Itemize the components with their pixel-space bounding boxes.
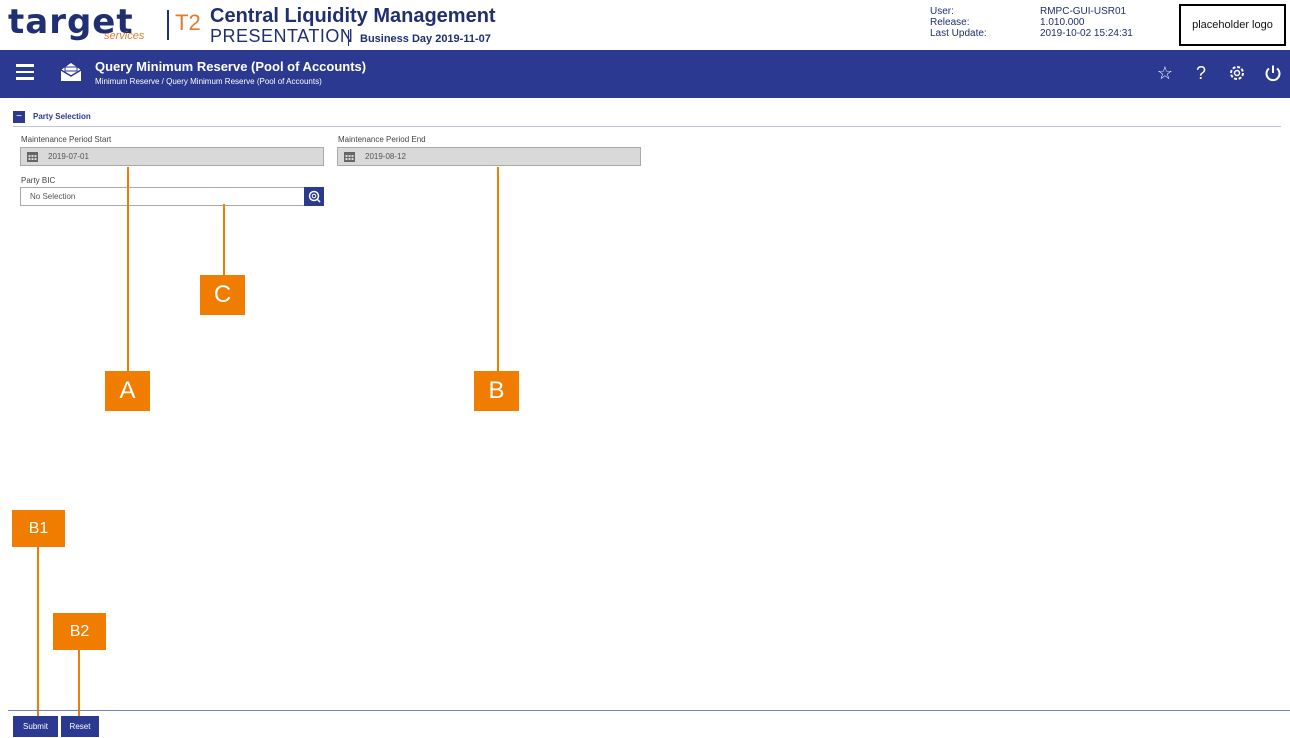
calendar-icon[interactable] xyxy=(27,151,38,162)
footer-divider xyxy=(8,710,1290,711)
callout-a: A xyxy=(105,371,150,411)
t2-label: T2 xyxy=(175,10,201,35)
submit-button[interactable]: Submit xyxy=(13,716,58,737)
period-end-value: 2019-08-12 xyxy=(365,152,406,161)
party-bic-label: Party BIC xyxy=(21,176,56,185)
menu-icon[interactable] xyxy=(16,64,34,80)
user-info-labels: User: Release: Last Update: xyxy=(930,6,987,39)
reset-button[interactable]: Reset xyxy=(61,716,99,737)
help-icon[interactable]: ? xyxy=(1190,62,1212,84)
app-title: Central Liquidity Management xyxy=(210,5,496,27)
callout-c: C xyxy=(200,275,245,315)
callout-b2-line xyxy=(78,650,80,716)
placeholder-logo: placeholder logo xyxy=(1179,4,1286,46)
party-bic-field[interactable]: No Selection xyxy=(20,187,324,206)
callout-c-line xyxy=(223,204,225,276)
power-icon[interactable] xyxy=(1262,62,1284,84)
calendar-icon[interactable] xyxy=(344,151,355,162)
period-start-label: Maintenance Period Start xyxy=(21,135,112,144)
callout-b1-line xyxy=(37,547,39,716)
release-label: Release: xyxy=(930,17,970,28)
environment-label: PRESENTATION xyxy=(210,26,354,46)
brand-divider-small xyxy=(348,30,349,46)
period-start-value: 2019-07-01 xyxy=(48,152,89,161)
period-end-label: Maintenance Period End xyxy=(338,135,426,144)
brand-divider xyxy=(167,10,169,40)
page-title: Query Minimum Reserve (Pool of Accounts) xyxy=(95,59,367,74)
search-icon[interactable] xyxy=(304,187,324,206)
target-logo-services: services xyxy=(104,30,145,42)
callout-b: B xyxy=(474,371,519,411)
user-info-values: RMPC-GUI-USR01 1.010.000 2019-10-02 15:2… xyxy=(1040,6,1133,39)
user-value: RMPC-GUI-USR01 xyxy=(1040,6,1127,17)
section-title: Party Selection xyxy=(33,112,91,121)
period-start-field[interactable]: 2019-07-01 xyxy=(20,147,324,166)
callout-a-line xyxy=(127,167,129,371)
brand-header: target services T2 Central Liquidity Man… xyxy=(0,0,1290,50)
settings-icon[interactable] xyxy=(1226,62,1248,84)
mail-icon[interactable] xyxy=(60,62,82,87)
callout-b2: B2 xyxy=(53,613,106,650)
party-selection-header: − Party Selection xyxy=(13,111,1281,127)
party-bic-value: No Selection xyxy=(30,192,76,201)
last-update-label: Last Update: xyxy=(930,28,987,39)
last-update-value: 2019-10-02 15:24:31 xyxy=(1040,28,1133,39)
callout-b1: B1 xyxy=(12,510,65,547)
breadcrumb[interactable]: Minimum Reserve / Query Minimum Reserve … xyxy=(95,77,322,86)
callout-b-line xyxy=(497,167,499,371)
nav-bar: Query Minimum Reserve (Pool of Accounts)… xyxy=(0,50,1290,98)
nav-icon-group: ☆ ? xyxy=(1154,62,1284,84)
business-day: Business Day 2019-11-07 xyxy=(360,33,491,45)
collapse-toggle-button[interactable]: − xyxy=(13,111,25,123)
app-root: target services T2 Central Liquidity Man… xyxy=(0,0,1290,738)
star-icon[interactable]: ☆ xyxy=(1154,62,1176,84)
release-value: 1.010.000 xyxy=(1040,17,1085,28)
user-label: User: xyxy=(930,6,954,17)
period-end-field[interactable]: 2019-08-12 xyxy=(337,147,641,166)
